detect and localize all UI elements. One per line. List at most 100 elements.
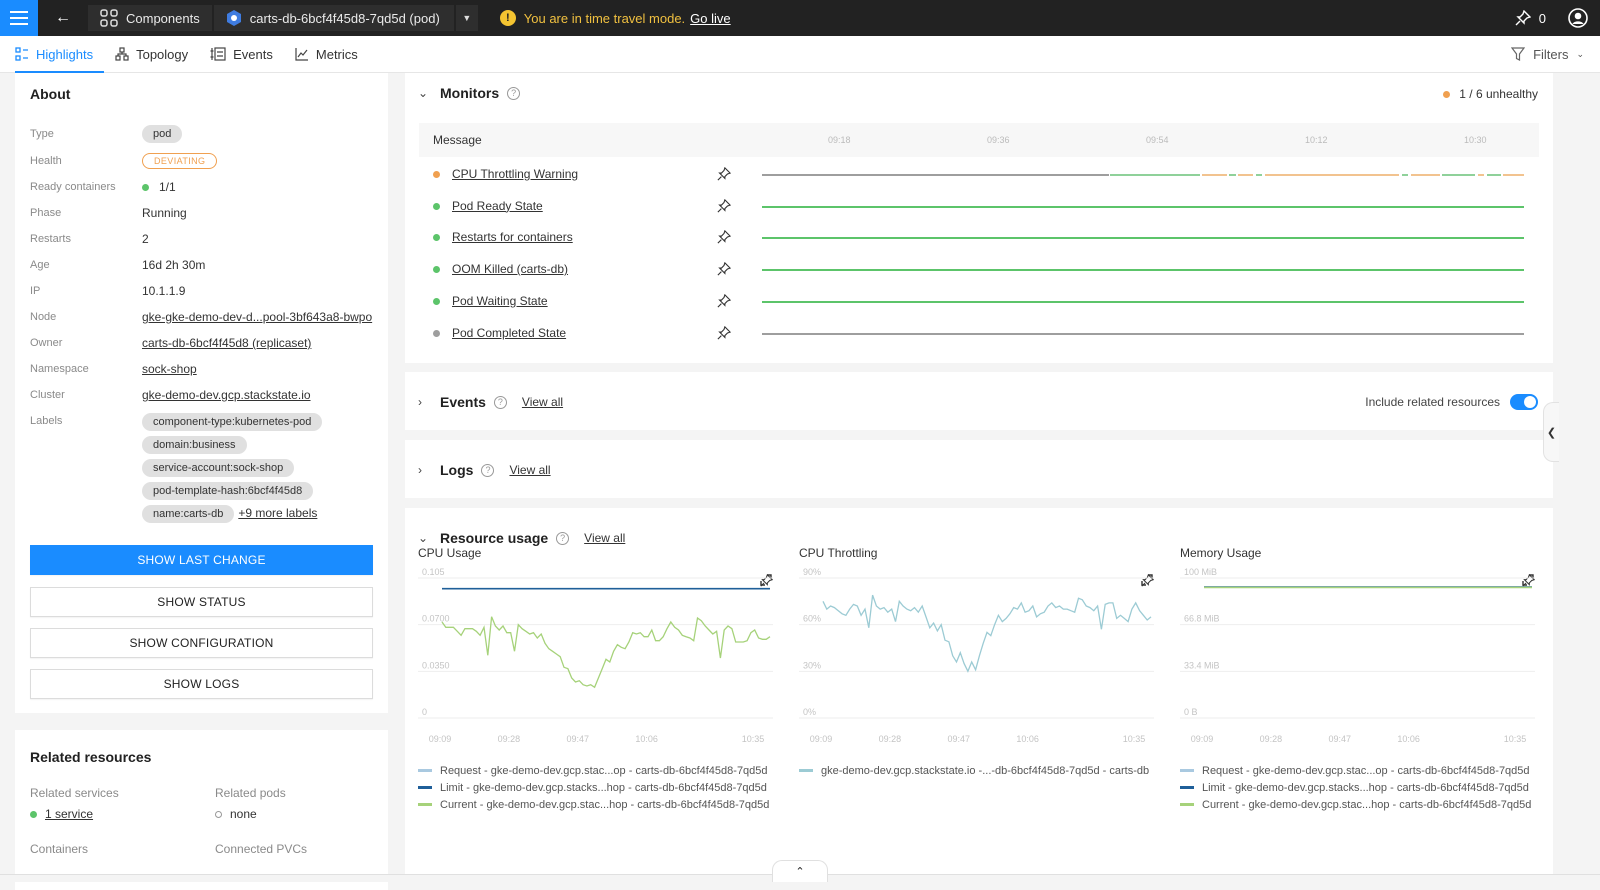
breadcrumb-dropdown[interactable]: ▼ bbox=[455, 5, 478, 31]
components-icon bbox=[100, 9, 118, 27]
monitor-timeline[interactable] bbox=[762, 237, 1524, 240]
expand-chevron-icon[interactable]: › bbox=[418, 463, 440, 477]
monitor-timeline[interactable] bbox=[762, 332, 1524, 335]
logs-view-all-link[interactable]: View all bbox=[509, 463, 550, 477]
show-last-change-button[interactable]: SHOW LAST CHANGE bbox=[30, 545, 373, 575]
tab-metrics[interactable]: Metrics bbox=[284, 36, 369, 73]
main-menu-button[interactable] bbox=[0, 0, 38, 36]
monitor-name-link[interactable]: Pod Completed State bbox=[452, 326, 566, 340]
prop-phase: Phase Running bbox=[30, 203, 385, 223]
legend-item[interactable]: Limit - gke-demo-dev.gcp.stacks...hop - … bbox=[418, 779, 769, 796]
pin-icon[interactable] bbox=[717, 166, 732, 184]
legend-item[interactable]: Current - gke-demo-dev.gcp.stac...hop - … bbox=[418, 796, 769, 813]
logs-title: Logs bbox=[440, 462, 474, 478]
pin-icon[interactable] bbox=[717, 293, 732, 311]
prop-key: Node bbox=[30, 311, 57, 323]
user-account-button[interactable] bbox=[1568, 8, 1588, 28]
monitor-timeline[interactable] bbox=[762, 205, 1524, 208]
pin-icon[interactable] bbox=[717, 230, 732, 247]
monitors-title: Monitors bbox=[440, 85, 500, 101]
breadcrumb-components[interactable]: Components bbox=[88, 5, 212, 31]
time-travel-message: You are in time travel mode. bbox=[523, 10, 686, 26]
legend-item[interactable]: Request - gke-demo-dev.gcp.stac...op - c… bbox=[418, 762, 769, 779]
prop-node: Node gke-gke-demo-dev-d...pool-3bf643a8-… bbox=[30, 307, 385, 327]
x-tick-label: 09:47 bbox=[947, 734, 970, 744]
monitor-timeline[interactable] bbox=[762, 300, 1524, 303]
collapse-chevron-icon[interactable]: ⌄ bbox=[418, 86, 440, 100]
y-tick-label: 0.0700 bbox=[422, 614, 450, 624]
monitor-row: OOM Killed (carts-db) bbox=[419, 254, 1539, 286]
tab-topology[interactable]: Topology bbox=[104, 36, 199, 73]
monitor-name-link[interactable]: CPU Throttling Warning bbox=[452, 167, 578, 181]
monitor-name-link[interactable]: Pod Waiting State bbox=[452, 294, 548, 308]
help-icon[interactable]: ? bbox=[507, 86, 521, 100]
pin-icon[interactable] bbox=[717, 261, 732, 279]
monitor-status-dot bbox=[433, 297, 440, 305]
cluster-link[interactable]: gke-demo-dev.gcp.stackstate.io bbox=[142, 388, 311, 402]
help-icon[interactable]: ? bbox=[481, 463, 495, 477]
legend-swatch bbox=[799, 769, 813, 772]
include-related-resources: Include related resources bbox=[1365, 394, 1538, 410]
breadcrumb-component[interactable]: carts-db-6bcf4f45d8-7qd5d (pod) bbox=[213, 5, 454, 31]
show-logs-button[interactable]: SHOW LOGS bbox=[30, 669, 373, 699]
tab-highlights[interactable]: Highlights bbox=[0, 36, 105, 73]
kubernetes-pod-icon bbox=[226, 10, 242, 26]
y-tick-label: 0 bbox=[422, 707, 427, 717]
bottom-drawer-toggle[interactable]: ⌃ bbox=[772, 860, 828, 882]
expand-chevron-icon[interactable]: › bbox=[418, 395, 440, 409]
more-labels-link[interactable]: +9 more labels bbox=[238, 506, 317, 520]
y-tick-label: 100 MiB bbox=[1184, 568, 1217, 577]
y-tick-label: 60% bbox=[803, 614, 821, 624]
side-panel-toggle[interactable]: ❮ bbox=[1543, 402, 1559, 462]
x-tick-label: 09:09 bbox=[429, 734, 452, 744]
x-tick-label: 09:28 bbox=[498, 734, 521, 744]
legend-item[interactable]: Current - gke-demo-dev.gcp.stac...hop - … bbox=[1180, 796, 1531, 813]
related-pods-label: Related pods bbox=[215, 786, 286, 800]
tab-metrics-label: Metrics bbox=[315, 46, 358, 62]
legend-item[interactable]: Request - gke-demo-dev.gcp.stac...op - c… bbox=[1180, 762, 1531, 779]
legend-swatch bbox=[418, 769, 432, 772]
chevron-up-icon: ⌃ bbox=[795, 866, 805, 878]
back-button[interactable]: ← bbox=[38, 0, 88, 36]
show-configuration-button[interactable]: SHOW CONFIGURATION bbox=[30, 628, 373, 658]
pin-icon[interactable] bbox=[717, 198, 732, 216]
filters-button[interactable]: Filters ⌄ bbox=[1511, 47, 1600, 62]
monitor-name-link[interactable]: OOM Killed (carts-db) bbox=[452, 262, 568, 276]
legend-item[interactable]: gke-demo-dev.gcp.stackstate.io -...-db-6… bbox=[799, 762, 1149, 779]
help-icon[interactable]: ? bbox=[493, 395, 507, 409]
tab-events[interactable]: Events bbox=[199, 36, 284, 73]
chart-title: CPU Usage bbox=[418, 546, 482, 560]
go-live-link[interactable]: Go live bbox=[690, 11, 730, 26]
timeline-segment bbox=[1229, 174, 1236, 176]
timeline-segment bbox=[1442, 174, 1476, 176]
y-tick-label: 0.0350 bbox=[422, 660, 450, 670]
timeline-segment bbox=[1478, 174, 1485, 176]
monitor-timeline[interactable] bbox=[762, 174, 1524, 176]
warning-icon: ! bbox=[499, 10, 516, 26]
include-related-toggle[interactable] bbox=[1510, 394, 1538, 410]
x-tick-label: 09:28 bbox=[879, 734, 902, 744]
legend-item[interactable]: Limit - gke-demo-dev.gcp.stacks...hop - … bbox=[1180, 779, 1531, 796]
monitor-name-link[interactable]: Pod Ready State bbox=[452, 199, 543, 213]
show-status-button[interactable]: SHOW STATUS bbox=[30, 587, 373, 617]
monitor-name-link[interactable]: Restarts for containers bbox=[452, 230, 573, 244]
monitor-timeline[interactable] bbox=[762, 269, 1524, 272]
monitors-table-header: Message 09:18 09:36 09:54 10:12 10:30 bbox=[419, 123, 1539, 157]
legend-swatch bbox=[418, 786, 432, 789]
y-tick-label: 0.105 bbox=[422, 568, 445, 577]
legend-label: Current - gke-demo-dev.gcp.stac...hop - … bbox=[1202, 798, 1532, 811]
namespace-link[interactable]: sock-shop bbox=[142, 362, 197, 376]
pin-icon[interactable] bbox=[717, 325, 732, 343]
prop-key: Ready containers bbox=[30, 181, 116, 193]
timeline-segment bbox=[762, 269, 1524, 272]
timeline-segment bbox=[762, 174, 1109, 176]
label-chip: component-type:kubernetes-pod bbox=[142, 413, 323, 431]
prop-key: Cluster bbox=[30, 389, 65, 401]
node-link[interactable]: gke-gke-demo-dev-d...pool-3bf643a8-bwpo bbox=[142, 310, 372, 324]
pinned-button[interactable]: 0 bbox=[1515, 10, 1546, 26]
time-travel-banner: ! You are in time travel mode. Go live bbox=[499, 10, 731, 26]
related-services-link[interactable]: 1 service bbox=[45, 807, 93, 821]
x-tick-label: 09:09 bbox=[810, 734, 833, 744]
owner-link[interactable]: carts-db-6bcf4f45d8 (replicaset) bbox=[142, 336, 311, 350]
events-view-all-link[interactable]: View all bbox=[522, 395, 563, 409]
